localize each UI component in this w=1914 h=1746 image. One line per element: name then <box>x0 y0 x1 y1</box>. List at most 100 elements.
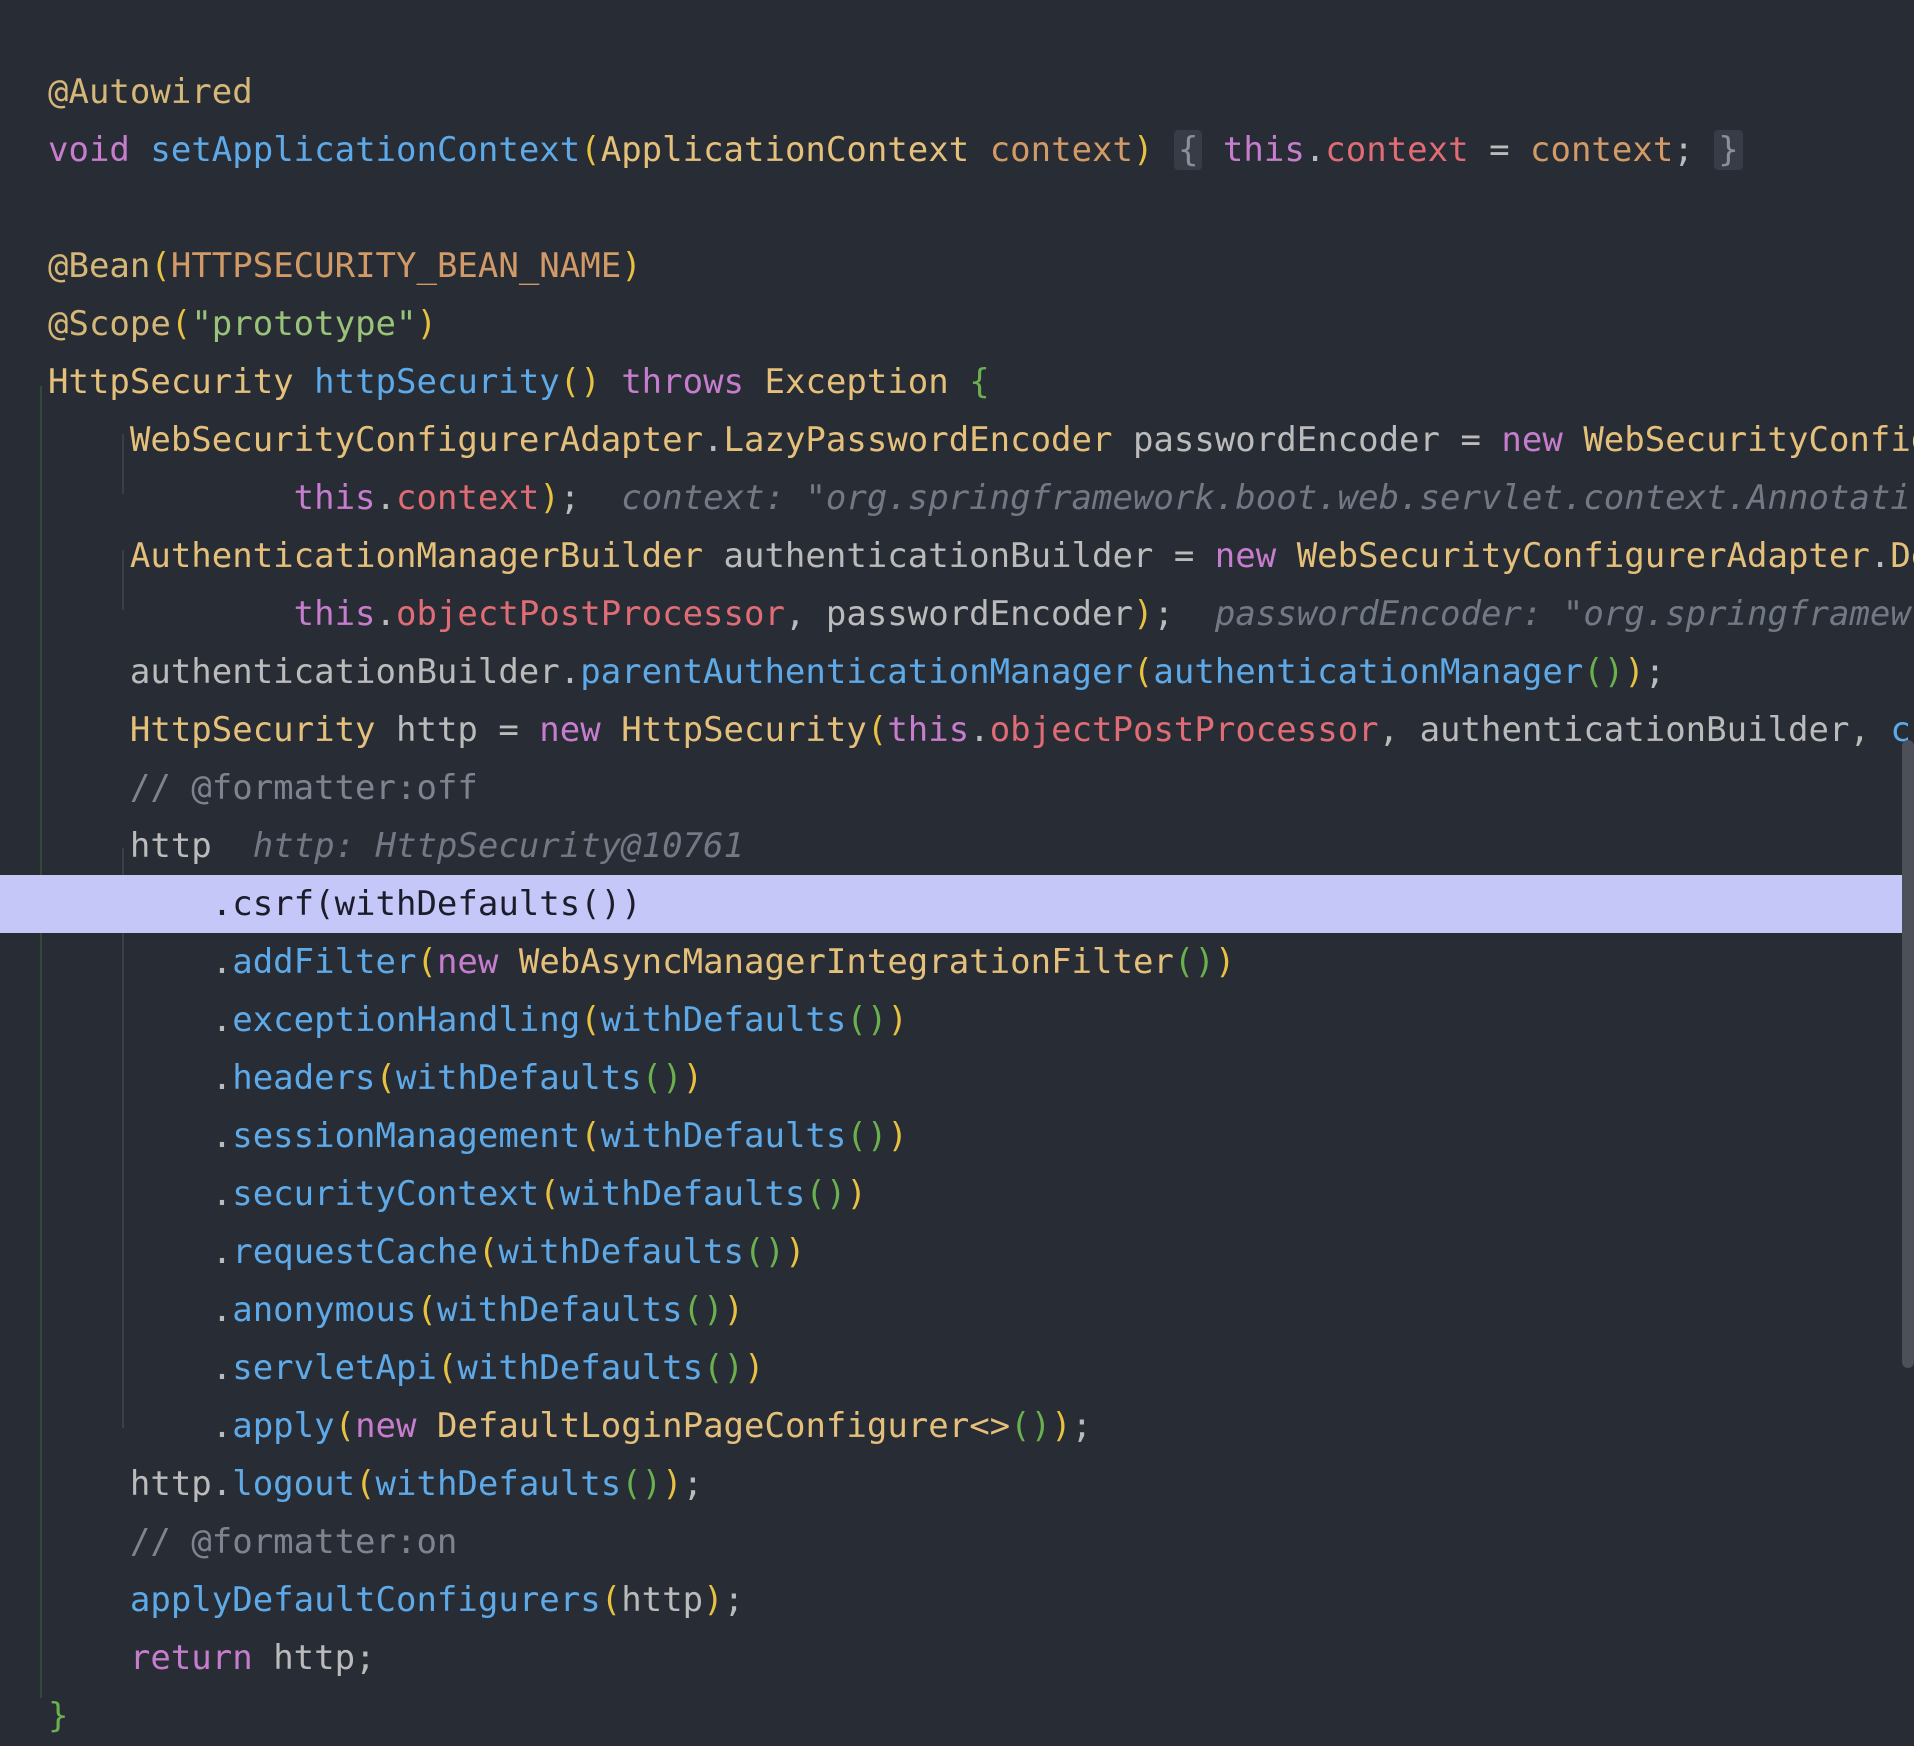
code-line[interactable] <box>0 179 1914 237</box>
code-line[interactable]: HttpSecurity http = new HttpSecurity(thi… <box>0 701 1914 759</box>
code-line[interactable]: .addFilter(new WebAsyncManagerIntegratio… <box>0 933 1914 991</box>
code-token: ( <box>375 1058 397 1098</box>
code-token: ) <box>682 1058 704 1098</box>
code-line-text: .servletApi(withDefaults()) <box>48 1339 765 1397</box>
code-line[interactable]: this.context); context: "org.springframe… <box>0 469 1914 527</box>
code-token: new <box>539 710 601 750</box>
code-token: . <box>48 1232 233 1272</box>
folded-region-brace[interactable]: { <box>1173 130 1203 170</box>
code-token: sessionManagement <box>232 1116 581 1156</box>
code-line[interactable]: .anonymous(withDefaults()) <box>0 1281 1914 1339</box>
code-token: () <box>641 1058 683 1098</box>
code-line-text: .securityContext(withDefaults()) <box>48 1165 867 1223</box>
code-token: ApplicationContext <box>600 130 970 170</box>
code-editor[interactable]: @Autowired void setApplicationContext(App… <box>0 0 1914 1746</box>
code-token: this <box>1222 130 1305 170</box>
code-token: ( <box>334 1406 356 1446</box>
code-token: ( <box>539 1174 560 1214</box>
code-token: requestCache <box>232 1232 478 1272</box>
code-token: context <box>396 478 540 518</box>
code-line-text: // @formatter:on <box>48 1513 458 1571</box>
code-token: . <box>48 1290 233 1330</box>
code-token: http <box>48 826 253 866</box>
code-line-text: } <box>48 1687 68 1745</box>
code-line-text: applyDefaultConfigurers(http); <box>48 1571 744 1629</box>
code-token: securityContext <box>232 1174 540 1214</box>
code-token: logout <box>232 1464 356 1504</box>
code-token: return <box>129 1638 253 1678</box>
code-line-text: @Autowired <box>48 63 253 121</box>
code-line[interactable]: .exceptionHandling(withDefaults()) <box>0 991 1914 1049</box>
code-line[interactable]: // @formatter:off <box>0 759 1914 817</box>
code-line[interactable]: .apply(new DefaultLoginPageConfigurer<>(… <box>0 1397 1914 1455</box>
code-line[interactable]: .headers(withDefaults()) <box>0 1049 1914 1107</box>
code-line[interactable]: this.objectPostProcessor, passwordEncode… <box>0 585 1914 643</box>
code-line[interactable]: void setApplicationContext(ApplicationCo… <box>0 121 1914 179</box>
code-token: LazyPasswordEncoder <box>723 420 1113 460</box>
code-line-text: void setApplicationContext(ApplicationCo… <box>48 121 1743 179</box>
code-line[interactable]: authenticationBuilder.parentAuthenticati… <box>0 643 1914 701</box>
code-line-text: return http; <box>48 1629 376 1687</box>
code-token: // @formatter:off <box>129 768 478 808</box>
code-token: AuthenticationManagerBuilder <box>129 536 704 576</box>
code-token: context <box>1530 130 1674 170</box>
code-line-text: // @formatter:off <box>48 759 478 817</box>
code-line-text: .requestCache(withDefaults()) <box>48 1223 806 1281</box>
folded-region-brace[interactable]: } <box>1714 130 1743 170</box>
code-token: ( <box>866 710 888 750</box>
code-line[interactable]: return http; <box>0 1629 1914 1687</box>
code-token: ( <box>580 130 601 170</box>
code-token: . <box>48 1348 233 1388</box>
code-token: ) <box>662 1464 683 1504</box>
code-token: () <box>1010 1406 1052 1446</box>
code-line-text: @Scope("prototype") <box>48 295 437 353</box>
code-token: @Scope <box>48 304 171 344</box>
code-line-text: .addFilter(new WebAsyncManagerIntegratio… <box>48 933 1236 991</box>
execution-point-line[interactable]: .csrf(withDefaults()) <box>0 875 1914 933</box>
code-token: ; <box>1153 594 1215 634</box>
code-token: withDefaults <box>559 1174 806 1214</box>
vertical-scrollbar[interactable] <box>1902 740 1914 1368</box>
code-token: ( <box>580 1000 601 1040</box>
code-line[interactable]: .securityContext(withDefaults()) <box>0 1165 1914 1223</box>
code-line[interactable]: .sessionManagement(withDefaults()) <box>0 1107 1914 1165</box>
code-line[interactable]: .requestCache(withDefaults()) <box>0 1223 1914 1281</box>
code-line[interactable]: @Bean(HTTPSECURITY_BEAN_NAME) <box>0 237 1914 295</box>
code-line[interactable]: http http: HttpSecurity@10761 <box>0 817 1914 875</box>
code-line[interactable]: applyDefaultConfigurers(http); <box>0 1571 1914 1629</box>
code-token: ) <box>1132 130 1154 170</box>
code-token: { <box>969 362 990 402</box>
inline-debug-value: context: "org.springframework.boot.web.s… <box>621 478 1911 518</box>
code-token: ) <box>1214 942 1236 982</box>
code-line[interactable]: @Autowired <box>0 63 1914 121</box>
code-line[interactable]: // @formatter:on <box>0 1513 1914 1571</box>
code-token: ; <box>1071 1406 1093 1446</box>
code-line[interactable] <box>0 5 1914 63</box>
code-line[interactable]: .servletApi(withDefaults()) <box>0 1339 1914 1397</box>
code-line[interactable]: AuthenticationManagerBuilder authenticat… <box>0 527 1914 585</box>
code-token: WebAsyncManagerIntegrationFilter <box>518 942 1174 982</box>
code-line[interactable]: } <box>0 1687 1914 1745</box>
code-token: ) <box>744 1348 765 1388</box>
code-token: headers <box>232 1058 376 1098</box>
code-line[interactable]: http.logout(withDefaults()); <box>0 1455 1914 1513</box>
code-token: new <box>1214 536 1277 576</box>
code-line[interactable]: @Scope("prototype") <box>0 295 1914 353</box>
code-token: servletApi <box>232 1348 437 1388</box>
code-token: @Autowired <box>48 72 253 112</box>
code-token: } <box>48 1696 69 1736</box>
code-token: ( <box>580 1116 601 1156</box>
code-line[interactable]: WebSecurityConfigurerAdapter.LazyPasswor… <box>0 411 1914 469</box>
code-token: exceptionHandling <box>232 1000 581 1040</box>
code-line[interactable]: HttpSecurity httpSecurity() throws Excep… <box>0 353 1914 411</box>
